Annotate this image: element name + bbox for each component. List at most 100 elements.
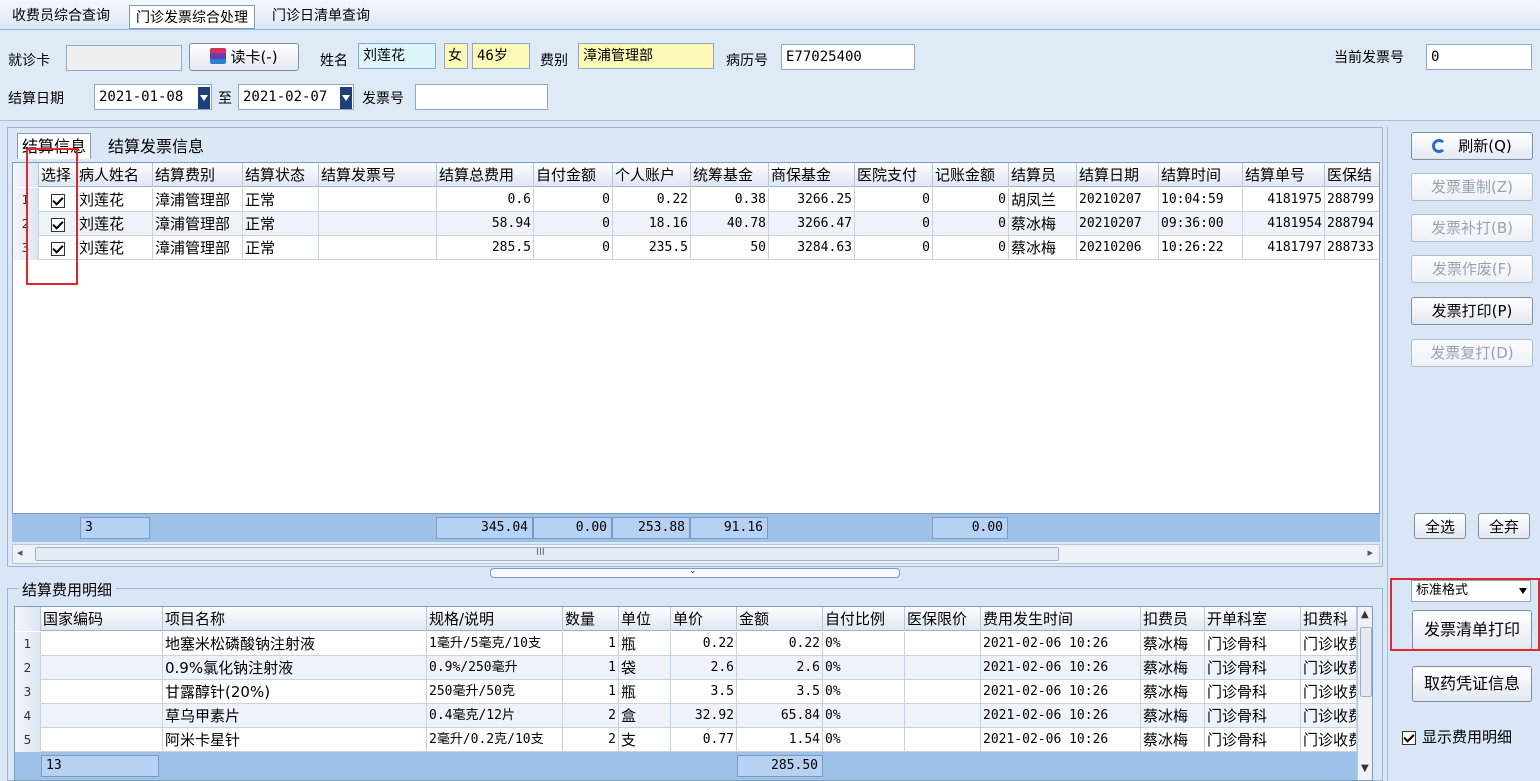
settle-date-cell: 20210207 (1077, 188, 1159, 212)
col-header[interactable]: 结算日期 (1077, 163, 1159, 187)
scroll-down-arrow-icon[interactable]: ▼ (1361, 763, 1369, 774)
tab-daily-list-query[interactable]: 门诊日清单查询 (266, 4, 376, 28)
age-field: 46岁 (472, 43, 530, 69)
total-cell: 0.6 (437, 188, 534, 212)
splitter-collapse-icon[interactable]: ⌄ (689, 566, 697, 576)
current-invoice-field[interactable]: 0 (1426, 44, 1532, 70)
card-input[interactable] (66, 45, 182, 71)
col-header[interactable]: 国家编码 (41, 607, 163, 631)
fee-type-cell: 漳浦管理部 (153, 236, 243, 260)
panel-splitter[interactable]: ⌄ (490, 566, 900, 578)
date-from-picker[interactable]: 2021-01-08 (94, 84, 212, 110)
col-header[interactable]: 自付金额 (534, 163, 613, 187)
invoice-print-button[interactable]: 发票打印(P) (1411, 297, 1533, 325)
col-header[interactable]: 结算总费用 (437, 163, 534, 187)
scroll-right-arrow-icon[interactable]: ▸ (1367, 546, 1373, 559)
dropdown-arrow-icon[interactable] (340, 87, 352, 109)
qty-cell: 2 (563, 704, 619, 728)
item-name-cell: 草乌甲素片 (163, 704, 427, 728)
dept-cell: 门诊骨科 (1205, 632, 1301, 656)
col-header[interactable]: 商保基金 (769, 163, 855, 187)
col-header[interactable]: 费用发生时间 (981, 607, 1141, 631)
commercial-fund-cell: 3266.47 (769, 212, 855, 236)
tab-settle-invoice-info[interactable]: 结算发票信息 (108, 134, 204, 158)
scroll-up-arrow-icon[interactable]: ▲ (1361, 609, 1369, 620)
commercial-fund-cell: 3266.25 (769, 188, 855, 212)
select-all-button[interactable]: 全选 (1414, 513, 1466, 539)
operator-cell: 蔡冰梅 (1141, 680, 1205, 704)
col-header[interactable]: 项目名称 (163, 607, 427, 631)
col-header[interactable]: 金额 (737, 607, 823, 631)
col-header[interactable]: 单位 (619, 607, 671, 631)
item-name-cell: 甘露醇针(20%) (163, 680, 427, 704)
col-header[interactable]: 结算员 (1009, 163, 1077, 187)
read-card-button[interactable]: 读卡(-) (189, 43, 299, 71)
limit-cell (905, 680, 981, 704)
insurance-cell: 288799 (1325, 188, 1379, 212)
col-header[interactable]: 结算费别 (153, 163, 243, 187)
time-cell: 2021-02-06 10:26 (981, 656, 1141, 680)
invoice-no-input[interactable] (415, 84, 548, 110)
col-header[interactable]: 结算时间 (1159, 163, 1243, 187)
hospital-pay-cell: 0 (855, 188, 933, 212)
col-header[interactable]: 结算单号 (1243, 163, 1325, 187)
invoice-reissue-button[interactable]: 发票重制(Z) (1411, 173, 1533, 201)
table-row[interactable]: 1 刘莲花 漳浦管理部 正常 0.6 0 0.22 0.38 3266.25 0… (13, 188, 1379, 212)
detail-totals-bar: 13 285.50 (15, 752, 1357, 780)
col-header[interactable]: 病人姓名 (77, 163, 153, 187)
status-cell: 正常 (243, 212, 319, 236)
list-item[interactable]: 3 甘露醇针(20%) 250毫升/50克 1 瓶 3.5 3.5 0% 202… (15, 680, 1357, 704)
dropdown-arrow-icon[interactable] (198, 87, 210, 109)
self-pay-total: 0.00 (533, 517, 612, 539)
list-item[interactable]: 4 草乌甲素片 0.4毫克/12片 2 盒 32.92 65.84 0% 202… (15, 704, 1357, 728)
qty-cell: 2 (563, 728, 619, 752)
table-row[interactable]: 2 刘莲花 漳浦管理部 正常 58.94 0 18.16 40.78 3266.… (13, 212, 1379, 236)
tab-cashier-query[interactable]: 收费员综合查询 (6, 4, 116, 28)
col-header[interactable]: 结算发票号 (319, 163, 437, 187)
col-header[interactable]: 医院支付 (855, 163, 933, 187)
limit-cell (905, 728, 981, 752)
detail-vertical-scrollbar[interactable]: ▲ ▼ (1357, 607, 1372, 780)
table-row[interactable]: 3 刘莲花 漳浦管理部 正常 285.5 0 235.5 50 3284.63 … (13, 236, 1379, 260)
col-header[interactable]: 数量 (563, 607, 619, 631)
col-header[interactable]: 统筹基金 (691, 163, 769, 187)
col-header[interactable]: 个人账户 (613, 163, 691, 187)
self-pay-cell: 0 (534, 212, 613, 236)
col-header[interactable]: 规格/说明 (427, 607, 563, 631)
col-header[interactable]: 医保限价 (905, 607, 981, 631)
record-field[interactable]: E77025400 (781, 44, 915, 70)
col-header[interactable]: 扣费员 (1141, 607, 1205, 631)
col-header[interactable]: 结算状态 (243, 163, 319, 187)
hospital-pay-cell: 0 (855, 236, 933, 260)
list-item[interactable]: 1 地塞米松磷酸钠注射液 1毫升/5毫克/10支 1 瓶 0.22 0.22 0… (15, 632, 1357, 656)
drug-voucher-info-button[interactable]: 取药凭证信息 (1412, 666, 1532, 702)
settle-time-cell: 09:36:00 (1159, 212, 1243, 236)
col-header[interactable]: 记账金额 (933, 163, 1009, 187)
invoice-reprint-button[interactable]: 发票复打(D) (1411, 339, 1533, 367)
tab-invoice-processing[interactable]: 门诊发票综合处理 (129, 5, 255, 29)
scroll-left-arrow-icon[interactable]: ◂ (17, 546, 23, 559)
list-item[interactable]: 5 阿米卡星针 2毫升/0.2克/10支 2 支 0.77 1.54 0% 20… (15, 728, 1357, 752)
col-header[interactable]: 单价 (671, 607, 737, 631)
settlement-horizontal-scrollbar[interactable]: ◂ III ▸ (12, 544, 1380, 564)
fund-cell: 0.38 (691, 188, 769, 212)
patient-name-cell: 刘莲花 (77, 212, 153, 236)
date-to-picker[interactable]: 2021-02-07 (238, 84, 354, 110)
col-header[interactable]: 扣费科 (1301, 607, 1357, 631)
list-item[interactable]: 2 0.9%氯化钠注射液 0.9%/250毫升 1 袋 2.6 2.6 0% 2… (15, 656, 1357, 680)
invoice-void-button[interactable]: 发票作废(F) (1411, 255, 1533, 283)
show-fee-detail-checkbox[interactable]: 显示费用明细 (1402, 727, 1512, 747)
charge-dept-cell: 门诊收费 (1301, 632, 1357, 656)
col-header[interactable]: 自付比例 (823, 607, 905, 631)
account-amount-total: 0.00 (932, 517, 1008, 539)
scrollbar-thumb[interactable]: III (35, 547, 1059, 561)
col-header[interactable]: 医保结 (1325, 163, 1379, 187)
deselect-all-button[interactable]: 全弃 (1478, 513, 1530, 539)
invoice-supplement-print-button[interactable]: 发票补打(B) (1411, 214, 1533, 242)
charge-dept-cell: 门诊收费 (1301, 656, 1357, 680)
scrollbar-thumb[interactable] (1360, 627, 1372, 697)
query-panel: 就诊卡 读卡(-) 姓名 刘莲花 女 46岁 费别 漳浦管理部 病历号 E770… (0, 31, 1540, 121)
col-header[interactable]: 开单科室 (1205, 607, 1301, 631)
item-name-cell: 阿米卡星针 (163, 728, 427, 752)
refresh-button[interactable]: 刷新(Q) (1411, 132, 1533, 160)
